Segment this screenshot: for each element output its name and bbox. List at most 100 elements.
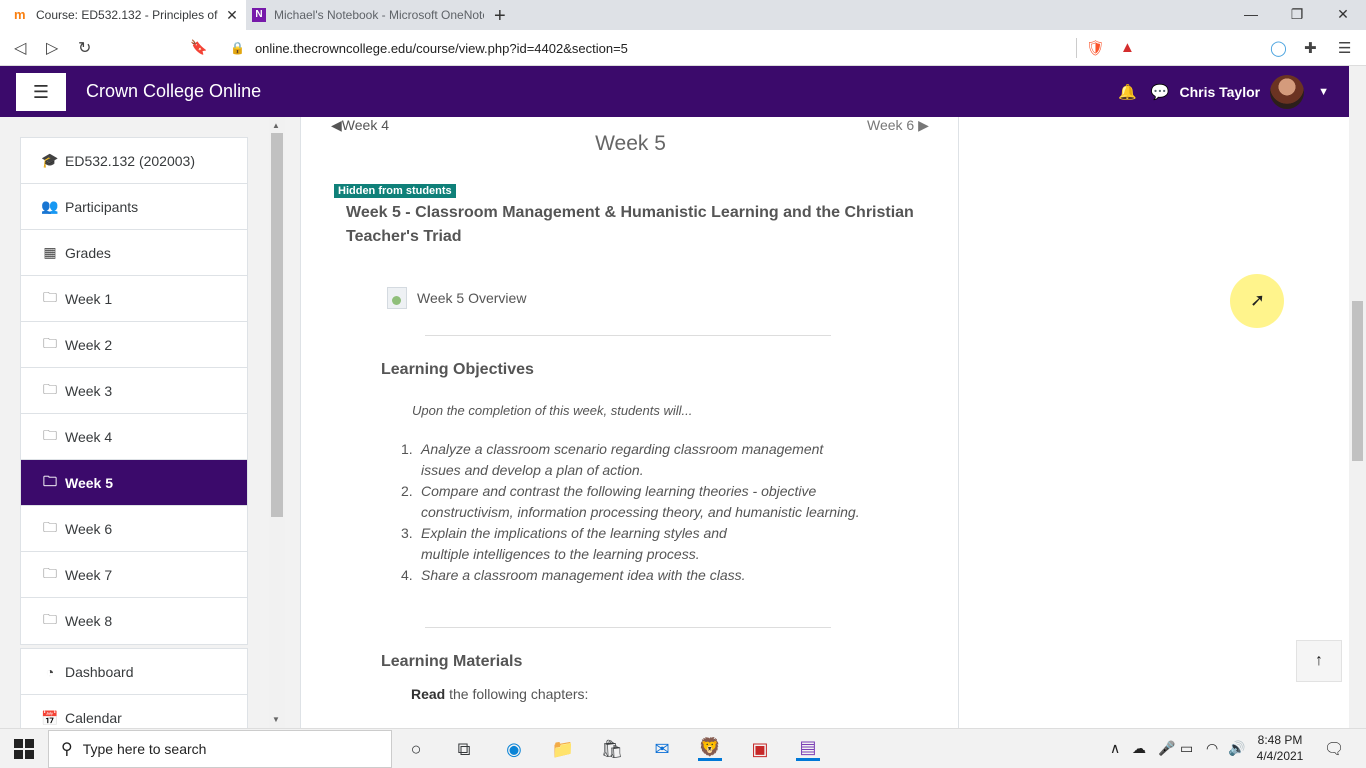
list-item: 1. Analyze a classroom scenario regarding… <box>401 439 861 481</box>
folder-icon: 🗀 <box>43 472 57 489</box>
sidebar-item-label: Week 1 <box>65 290 113 307</box>
mail-icon[interactable]: ✉ <box>650 737 674 761</box>
read-instruction: Read the following chapters: <box>411 686 588 702</box>
microphone-icon[interactable]: 🎤 <box>1158 740 1175 757</box>
activity-week-overview[interactable]: Week 5 Overview <box>387 287 526 309</box>
sidebar-item-course[interactable]: 🎓 ED532.132 (202003) <box>21 138 247 184</box>
back-to-top-button[interactable]: ↑ <box>1296 640 1342 682</box>
close-window-icon[interactable]: ✕ <box>1320 6 1366 23</box>
objective-text: Compare and contrast the following learn… <box>421 483 860 520</box>
tray-chevron-icon[interactable]: ∧ <box>1110 740 1120 757</box>
app-purple-icon[interactable]: ▤ <box>796 737 820 761</box>
browser-toolbar: ◁ ▷ ↻ 🔖 🔒 online.thecrowncollege.edu/cou… <box>0 30 1366 66</box>
folder-icon: 🗀 <box>43 380 57 397</box>
browser-menu-icon[interactable]: ☰ <box>1338 39 1351 57</box>
onenote-favicon-icon: N <box>252 8 266 22</box>
store-icon[interactable]: 🛍 <box>600 737 624 761</box>
page-scroll-thumb[interactable] <box>1352 301 1363 461</box>
dashboard-icon: ◔ <box>45 663 55 680</box>
objectives-list: 1. Analyze a classroom scenario regarding… <box>401 439 861 586</box>
notifications-bell-icon[interactable]: 🔔 <box>1118 83 1137 101</box>
scroll-up-icon[interactable]: ▲ <box>272 121 280 130</box>
arrow-up-icon: ↑ <box>1315 652 1323 669</box>
hidden-badge: Hidden from students <box>334 184 456 198</box>
taskbar-search-input[interactable]: ⚲ Type here to search <box>48 730 392 768</box>
notifications-icon[interactable]: 🗨 <box>1324 739 1344 759</box>
sidebar-item-grades[interactable]: ▦ Grades <box>21 230 247 276</box>
browser-tab-onenote[interactable]: N Michael's Notebook - Microsoft OneNote <box>248 0 484 30</box>
sidebar-item-label: Week 7 <box>65 566 113 583</box>
windows-start-icon[interactable] <box>14 739 34 759</box>
back-icon[interactable]: ◁ <box>14 38 26 58</box>
new-tab-icon[interactable]: + <box>494 5 506 28</box>
section-summary-title: Week 5 - Classroom Management & Humanist… <box>346 204 914 245</box>
page-scrollbar[interactable] <box>1349 66 1366 728</box>
extensions-puzzle-icon[interactable]: ✚ <box>1304 39 1317 57</box>
tab-close-icon[interactable]: ✕ <box>224 7 240 24</box>
sidebar-item-label: Dashboard <box>65 663 134 680</box>
sidebar-item-week-4[interactable]: 🗀 Week 4 <box>21 414 247 460</box>
objective-text: Analyze a classroom scenario regarding c… <box>421 441 824 478</box>
sidebar-item-week-6[interactable]: 🗀 Week 6 <box>21 506 247 552</box>
divider <box>425 335 831 336</box>
sidebar-item-week-7[interactable]: 🗀 Week 7 <box>21 552 247 598</box>
sidebar-item-label: Week 2 <box>65 336 113 353</box>
sidebar-item-dashboard[interactable]: ◔ Dashboard <box>21 649 247 695</box>
activity-link-label: Week 5 Overview <box>417 290 527 306</box>
onedrive-icon[interactable]: ☁ <box>1132 740 1146 757</box>
drawer-toggle-button[interactable]: ☰ <box>16 73 66 111</box>
sidebar-item-week-3[interactable]: 🗀 Week 3 <box>21 368 247 414</box>
triangle-right-icon: ▶ <box>918 117 929 133</box>
task-view-icon[interactable]: ⧉ <box>452 737 476 761</box>
brave-shield-icon[interactable]: 🛡 <box>1086 39 1105 57</box>
objectives-intro: Upon the completion of this week, studen… <box>412 403 693 418</box>
cortana-icon[interactable]: ○ <box>404 737 428 761</box>
minimize-icon[interactable]: — <box>1228 6 1274 22</box>
app-red-icon[interactable]: ▣ <box>748 737 772 761</box>
edge-icon[interactable]: ◉ <box>502 737 526 761</box>
user-nav: 🔔 💬 Chris Taylor ▼ <box>1118 75 1329 109</box>
volume-icon[interactable]: 🔊 <box>1228 740 1245 757</box>
materials-heading: Learning Materials <box>381 653 523 670</box>
list-item: 3. Explain the implications of the learni… <box>401 523 861 565</box>
folder-icon: 🗀 <box>43 518 57 535</box>
user-menu-caret-icon[interactable]: ▼ <box>1318 86 1329 98</box>
search-icon: ⚲ <box>61 741 73 758</box>
tab-title: Michael's Notebook - Microsoft OneNote <box>274 8 484 22</box>
sidebar-item-week-2[interactable]: 🗀 Week 2 <box>21 322 247 368</box>
sidebar-scrollbar[interactable]: ▲ ▼ <box>269 117 285 728</box>
system-clock[interactable]: 8:48 PM 4/4/2021 <box>1250 732 1310 764</box>
reload-icon[interactable]: ↻ <box>78 38 91 58</box>
sidebar-item-label: Week 4 <box>65 428 113 445</box>
sidebar-item-label: Calendar <box>65 710 122 726</box>
sidebar-item-week-8[interactable]: 🗀 Week 8 <box>21 598 247 644</box>
sidebar-item-label: Week 5 <box>65 474 113 491</box>
bookmark-icon[interactable]: 🔖 <box>190 39 207 56</box>
extension-circle-icon[interactable]: ◯ <box>1270 39 1287 57</box>
url-text: online.thecrowncollege.edu/course/view.p… <box>254 40 628 56</box>
sidebar-item-label: Week 3 <box>65 382 113 399</box>
sidebar-item-week-5[interactable]: 🗀 Week 5 <box>21 460 247 506</box>
toolbar-divider <box>1076 38 1077 58</box>
prev-section-label: Week 4 <box>341 117 389 133</box>
read-bold: Read <box>411 686 446 702</box>
restore-icon[interactable]: ❐ <box>1274 6 1320 23</box>
wifi-icon[interactable]: ◠ <box>1206 740 1218 757</box>
scroll-down-icon[interactable]: ▼ <box>272 715 280 724</box>
forward-icon[interactable]: ▷ <box>46 38 58 58</box>
sidebar-scroll-thumb[interactable] <box>271 133 283 517</box>
sidebar-item-week-1[interactable]: 🗀 Week 1 <box>21 276 247 322</box>
avatar[interactable] <box>1270 75 1305 109</box>
graduation-cap-icon: 🎓 <box>41 152 59 168</box>
browser-tab-course[interactable]: m Course: ED532.132 - Principles of ✕ <box>0 0 246 30</box>
file-explorer-icon[interactable]: 📁 <box>551 737 575 761</box>
browser-tab-strip: m Course: ED532.132 - Principles of ✕ N … <box>0 0 1366 30</box>
brave-taskbar-icon[interactable]: 🦁 <box>698 737 722 761</box>
battery-icon[interactable]: ▭ <box>1180 740 1193 757</box>
sidebar-item-participants[interactable]: 👥 Participants <box>21 184 247 230</box>
user-name[interactable]: Chris Taylor <box>1179 84 1260 100</box>
address-bar[interactable]: 🔒 online.thecrowncollege.edu/course/view… <box>218 34 1148 62</box>
brave-rewards-icon[interactable]: ▲ <box>1120 39 1135 56</box>
site-brand[interactable]: Crown College Online <box>86 81 261 102</box>
messages-chat-icon[interactable]: 💬 <box>1151 83 1170 101</box>
